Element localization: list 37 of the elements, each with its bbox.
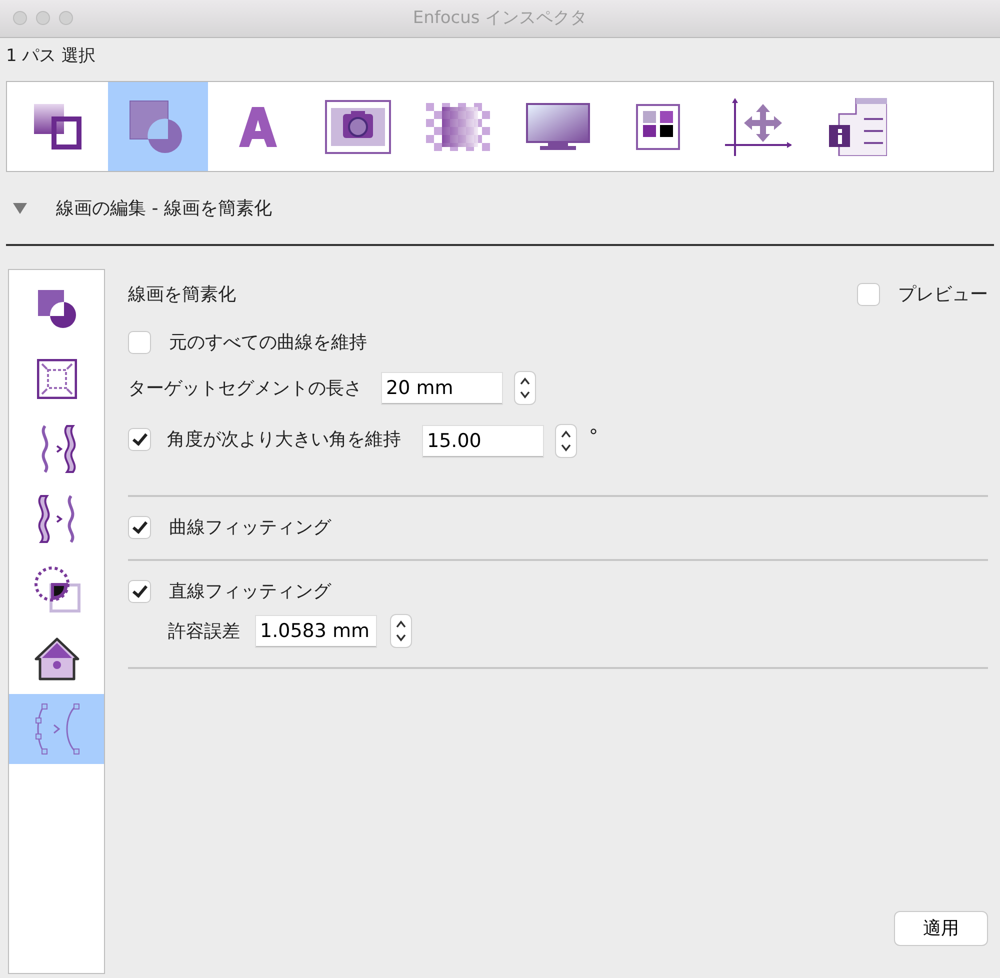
checkbox[interactable] — [128, 580, 151, 602]
panel-title: 線画を簡素化 — [128, 282, 236, 306]
checkbox[interactable] — [128, 330, 151, 354]
monitor-icon — [526, 102, 590, 150]
camera-icon — [325, 100, 391, 154]
info-document-icon — [829, 98, 887, 156]
stepper-arrows[interactable] — [514, 371, 536, 405]
checkbox-label: 直線フィッティング — [169, 580, 331, 604]
stepper-arrows[interactable] — [555, 424, 577, 458]
letter-a-icon — [239, 106, 277, 146]
disclosure-triangle-icon[interactable] — [12, 201, 28, 215]
overlapping-squares-icon — [34, 104, 82, 150]
checkbox[interactable] — [857, 282, 880, 306]
field-label: 許容誤差 — [168, 620, 240, 644]
apply-button[interactable]: 適用 — [894, 911, 988, 946]
preview-label: プレビュー — [898, 282, 988, 306]
selection-label: 1 パス 選択 — [6, 46, 96, 66]
window-title: Enfocus インスペクタ — [412, 6, 588, 30]
move-axes-icon — [724, 98, 792, 156]
section-title: 線画の編集 - 線画を簡素化 — [56, 196, 272, 220]
number-field[interactable]: 15.00 — [423, 426, 543, 456]
color-swatches-icon — [636, 104, 680, 150]
checkbox-label: 曲線フィッティング — [169, 516, 331, 540]
wavy-lines-icon — [36, 494, 76, 544]
checkbox[interactable] — [128, 516, 151, 538]
checkbox[interactable] — [128, 428, 151, 450]
field-label: ターゲットセグメントの長さ — [128, 376, 362, 400]
dashed-circle-square-icon — [32, 565, 80, 613]
house-icon — [32, 637, 80, 681]
number-field[interactable]: 20 mm — [382, 372, 502, 404]
checkbox-label: 角度が次より大きい角を維持 — [167, 428, 401, 452]
stepper-arrows[interactable] — [390, 614, 412, 648]
checkerboard-gradient-icon — [426, 102, 490, 150]
checkbox-label: 元のすべての曲線を維持 — [169, 330, 367, 354]
square-circle-icon — [38, 290, 76, 328]
number-field[interactable]: 1.0583 mm — [256, 616, 376, 646]
degree-unit: ° — [589, 424, 598, 448]
